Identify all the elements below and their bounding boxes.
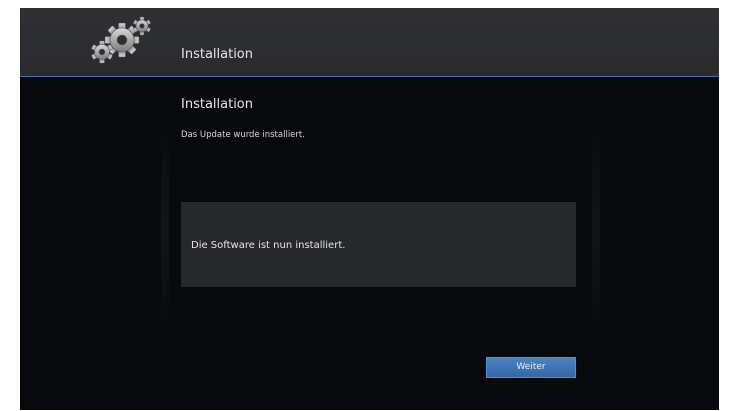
main-content: Installation Das Update wurde installier… <box>20 78 719 410</box>
panel-edge-right <box>592 118 600 338</box>
next-button[interactable]: Weiter <box>486 357 576 378</box>
gears-icon <box>91 16 151 64</box>
header-title: Installation <box>181 47 254 62</box>
panel-edge-left <box>161 118 169 338</box>
header-bar: Installation <box>20 8 719 77</box>
message-text: Die Software ist nun installiert. <box>191 240 346 251</box>
status-text: Das Update wurde installiert. <box>181 130 305 140</box>
message-box: Die Software ist nun installiert. <box>181 202 576 287</box>
section-title: Installation <box>181 97 254 112</box>
tv-screen: Installation Installation Das Update wur… <box>20 8 719 410</box>
